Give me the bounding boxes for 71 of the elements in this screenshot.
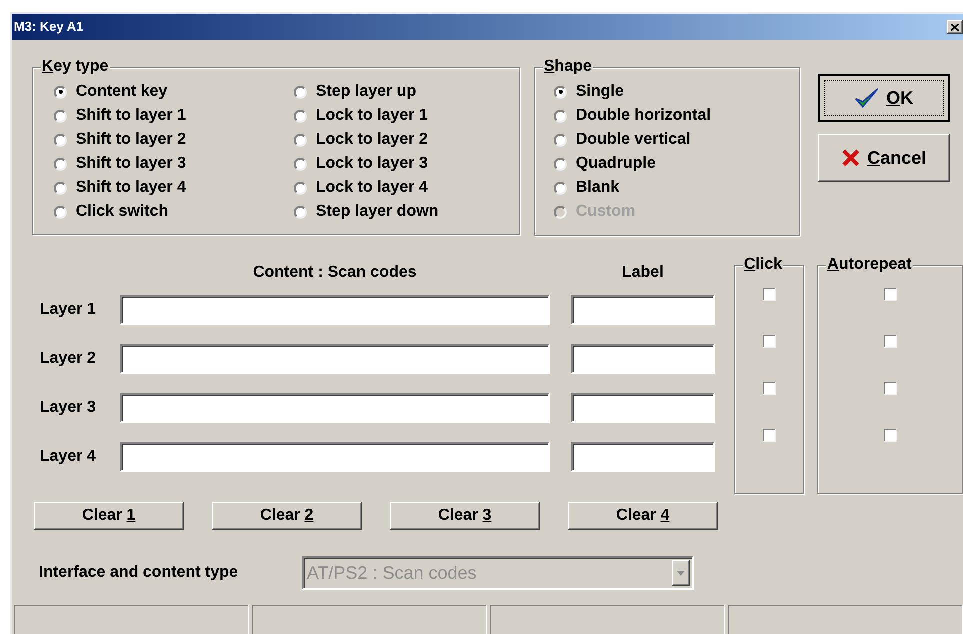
clear-button[interactable]: Clear 2: [212, 502, 362, 530]
interface-label: Interface and content type: [39, 563, 240, 583]
radio-button[interactable]: [54, 110, 67, 122]
option-label[interactable]: Shift to layer 4: [76, 176, 186, 200]
option-label[interactable]: Lock to layer 1: [316, 104, 428, 128]
ok-button[interactable]: OK: [818, 74, 950, 122]
option-label[interactable]: Double horizontal: [576, 104, 712, 128]
close-button[interactable]: [947, 20, 963, 34]
cancel-button[interactable]: Cancel: [818, 134, 950, 182]
radio-button[interactable]: [294, 134, 307, 146]
layer-label: Layer 3: [39, 398, 98, 418]
radio-button[interactable]: [294, 206, 307, 218]
group-title: Shape: [543, 57, 594, 77]
radio-button[interactable]: [54, 134, 67, 146]
radio-button[interactable]: [554, 86, 567, 98]
checkbox[interactable]: [884, 382, 897, 395]
label-field[interactable]: [571, 442, 715, 472]
checkbox[interactable]: [884, 335, 897, 348]
radio-button[interactable]: [554, 134, 567, 146]
option-label[interactable]: Single: [576, 80, 624, 104]
clear-button[interactable]: Clear 1: [34, 502, 184, 530]
scan-codes-field[interactable]: [120, 344, 550, 374]
checkbox[interactable]: [762, 382, 776, 395]
column-header: Content : Scan codes: [252, 263, 418, 283]
radio-button[interactable]: [294, 158, 307, 170]
layer-label: Layer 4: [39, 447, 98, 467]
radio-button[interactable]: [554, 182, 567, 194]
radio-button[interactable]: [54, 158, 67, 170]
option-label[interactable]: Quadruple: [576, 152, 656, 176]
scan-codes-field[interactable]: [120, 295, 550, 325]
option-label[interactable]: Shift to layer 2: [76, 128, 186, 152]
scan-codes-field[interactable]: [120, 393, 550, 423]
checkbox[interactable]: [884, 429, 897, 442]
option-label[interactable]: Click switch: [76, 200, 168, 224]
radio-button[interactable]: [54, 182, 67, 194]
group-title: Autorepeat: [826, 255, 913, 275]
layer-label: Layer 2: [39, 349, 98, 369]
option-label[interactable]: Shift to layer 3: [76, 152, 186, 176]
radio-button[interactable]: [294, 86, 307, 98]
label-field[interactable]: [571, 295, 715, 325]
option-label[interactable]: Lock to layer 4: [316, 176, 428, 200]
radio-button[interactable]: [554, 110, 567, 122]
option-label[interactable]: Double vertical: [576, 128, 691, 152]
layer-label: Layer 1: [39, 300, 98, 320]
window-title: M3: Key A1: [14, 18, 84, 36]
clear-button[interactable]: Clear 3: [390, 502, 540, 530]
option-label[interactable]: Step layer up: [316, 80, 416, 104]
scan-codes-field[interactable]: [120, 442, 550, 472]
radio-button[interactable]: [54, 86, 67, 98]
option-label[interactable]: Lock to layer 3: [316, 152, 428, 176]
option-label[interactable]: Blank: [576, 176, 620, 200]
radio-button[interactable]: [554, 158, 567, 170]
checkbox[interactable]: [762, 288, 776, 301]
radio-button[interactable]: [294, 182, 307, 194]
cross-icon: [841, 148, 862, 168]
radio-button[interactable]: [294, 110, 307, 122]
label-field[interactable]: [571, 393, 715, 423]
group-title: Key type: [41, 57, 110, 77]
option-label[interactable]: Step layer down: [316, 200, 439, 224]
checkbox[interactable]: [762, 429, 776, 442]
option-label[interactable]: Shift to layer 1: [76, 104, 186, 128]
clear-button[interactable]: Clear 4: [568, 502, 718, 530]
option-label[interactable]: Lock to layer 2: [316, 128, 428, 152]
column-header: Label: [621, 263, 665, 283]
checkmark-icon: [854, 87, 880, 109]
label-field[interactable]: [571, 344, 715, 374]
checkbox[interactable]: [762, 335, 776, 348]
checkbox[interactable]: [884, 288, 897, 301]
close-icon: [951, 24, 959, 30]
radio-button[interactable]: [54, 206, 67, 218]
option-label[interactable]: Content key: [76, 80, 168, 104]
